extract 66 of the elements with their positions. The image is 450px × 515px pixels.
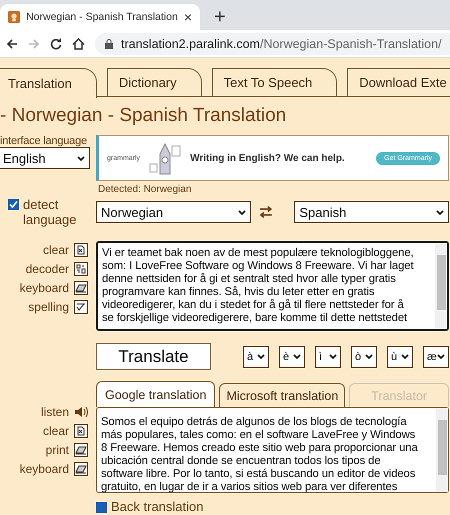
translation-engine-tab[interactable]: Google translation	[96, 381, 216, 407]
interface-language-select[interactable]: English	[0, 147, 90, 169]
spellcheck-icon[interactable]	[74, 300, 88, 314]
browser-tab-title[interactable]: Norwegian - Spanish Translation	[26, 11, 178, 23]
dropdown-caret-icon[interactable]	[257, 354, 265, 359]
source-language-select[interactable]: Norwegian	[96, 201, 251, 223]
page-title: - Norwegian - Spanish Translation	[0, 105, 288, 127]
nav-tab[interactable]: Download Exte	[347, 68, 450, 96]
scrollbar[interactable]	[436, 408, 448, 492]
detect-language-label: detect language	[23, 197, 78, 227]
address-bar[interactable]: translation2.paralink.com/Norwegian-Spanish-Translation/	[95, 32, 450, 54]
reload-icon[interactable]	[50, 38, 62, 50]
interface-language-label: interface language	[0, 135, 87, 147]
swap-icon[interactable]	[258, 206, 272, 218]
accent-select[interactable]: ì	[315, 346, 341, 368]
dropdown-caret-icon[interactable]	[238, 210, 246, 214]
new-tab-button[interactable]: +	[214, 6, 226, 28]
dropdown-caret-icon[interactable]	[293, 354, 301, 359]
source-text: Vi er teamet bak noen av de mest populære teknologibloggene, som: I LoveFree Software og Windows 8 Freeware. Vi har laget denne nettsiden for å gi et sentralt sted hvor alle typer gratis programvare kan finnes. Så, hvis du leter etter en gratis videoredigerer, kan du i stedet for å gå til flere nettsteder for å se forskjellige videoredigerere, bare komme til dette nettstedet	[101, 246, 415, 326]
keyboard-icon[interactable]	[74, 462, 88, 476]
tool-link[interactable]: decoder	[26, 262, 69, 276]
keyboard-icon[interactable]	[74, 281, 88, 295]
accent-select[interactable]: ù	[387, 346, 413, 368]
accent-select[interactable]: à	[243, 346, 269, 368]
dropdown-caret-icon[interactable]	[77, 156, 85, 160]
result-text-area[interactable]	[96, 407, 449, 493]
accent-select[interactable]: æ	[423, 346, 449, 368]
translation-engine-tab[interactable]: Microsoft translation	[219, 383, 346, 407]
tool-link[interactable]: clear	[42, 243, 69, 257]
nav-tab[interactable]: Translation	[0, 68, 97, 98]
back-translation-label: Back translation	[111, 499, 204, 514]
nav-tab[interactable]: Dictionary	[106, 68, 202, 96]
detect-language-checkbox[interactable]	[8, 199, 19, 210]
dropdown-caret-icon[interactable]	[329, 354, 337, 359]
tool-link[interactable]: keyboard	[20, 281, 69, 295]
scrollbar[interactable]	[435, 243, 447, 329]
dropdown-caret-icon[interactable]	[365, 354, 373, 359]
clear-icon[interactable]	[74, 424, 88, 438]
close-tab-button[interactable]: ×	[184, 9, 192, 25]
back-translation-checkbox[interactable]	[96, 502, 107, 513]
tool-link[interactable]: print	[46, 443, 69, 457]
target-language-select[interactable]: Spanish	[294, 201, 449, 223]
home-icon[interactable]	[72, 38, 85, 50]
tool-link[interactable]: keyboard	[20, 462, 69, 476]
translate-button[interactable]: Translate	[96, 343, 211, 370]
speaker-icon[interactable]	[74, 406, 88, 418]
site-favicon-icon	[8, 10, 20, 24]
dropdown-caret-icon[interactable]	[401, 354, 409, 359]
nav-tab[interactable]: Text To Speech	[212, 68, 338, 96]
accent-select[interactable]: ò	[351, 346, 377, 368]
clear-icon[interactable]	[74, 243, 88, 257]
url-text: translation2.paralink.com/Norwegian-Spanish-Translation/	[121, 36, 442, 50]
ad-headline: Writing in English? We can help.	[190, 152, 345, 164]
tool-link[interactable]: spelling	[28, 300, 69, 314]
source-text-area[interactable]	[96, 241, 449, 331]
printer-icon[interactable]	[74, 443, 88, 457]
dropdown-caret-icon[interactable]	[436, 210, 444, 214]
accent-select[interactable]: è	[279, 346, 305, 368]
result-text: Somos el equipo detrás de algunos de los blogs de tecnología más populares, tales como: en el software LaveFree y Windows 8 Freeware. Hemos creado este sitio web para proporcionar una ubicación central donde se encuentran todos los tipos de software libre. Por lo tanto, si está buscando un editor de videos gratuito, en lugar de ir a varios sitios web para ver diferentes	[100, 415, 419, 492]
tool-link[interactable]: listen	[40, 405, 69, 419]
back-icon[interactable]	[6, 38, 18, 50]
detected-language-text: Detected: Norwegian	[98, 184, 192, 195]
decoder-icon[interactable]	[74, 262, 88, 276]
tool-link[interactable]: clear	[42, 424, 69, 438]
lock-icon	[105, 38, 113, 48]
dropdown-caret-icon[interactable]	[437, 354, 445, 359]
